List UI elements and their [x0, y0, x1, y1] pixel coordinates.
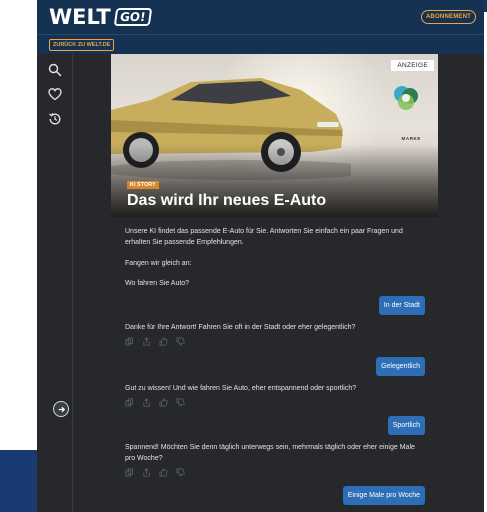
- background-wedge: [0, 450, 40, 512]
- thumbs-down-icon[interactable]: [176, 398, 185, 407]
- share-icon[interactable]: [142, 337, 151, 346]
- back-to-welt-button[interactable]: ZURÜCK ZU WELT.DE: [49, 39, 115, 51]
- share-icon[interactable]: [142, 398, 151, 407]
- app-window: WELT GO! ABONNEMENT ZURÜCK ZU WELT.DE AN…: [37, 0, 484, 512]
- share-icon[interactable]: [142, 468, 151, 477]
- chat-question-2: Danke für Ihre Antwort! Fahren Sie oft i…: [125, 324, 356, 331]
- arrow-right-icon: [58, 406, 65, 412]
- thumbs-down-icon[interactable]: [176, 337, 185, 346]
- copy-icon[interactable]: [125, 398, 134, 407]
- ad-label: ANZEIGE: [391, 60, 434, 71]
- message-actions: [125, 398, 185, 407]
- thumbs-up-icon[interactable]: [159, 398, 168, 407]
- copy-icon[interactable]: [125, 337, 134, 346]
- copy-icon[interactable]: [125, 468, 134, 477]
- chat-question-1: Wo fahren Sie Auto?: [125, 280, 190, 287]
- subscribe-button[interactable]: ABONNEMENT: [421, 10, 476, 24]
- brand-logo-icon: [394, 86, 418, 110]
- history-icon[interactable]: [47, 111, 63, 127]
- expand-sidebar-button[interactable]: [53, 401, 69, 417]
- message-actions: [125, 337, 185, 346]
- sub-navigation-bar: ZURÜCK ZU WELT.DE: [37, 34, 484, 54]
- hero-title: Das wird Ihr neues E-Auto: [127, 192, 327, 209]
- chat-question-4: Spannend! Möchten Sie denn täglich unter…: [125, 444, 415, 462]
- answer-3-button[interactable]: Sportlich: [387, 416, 425, 435]
- logo-word: WELT: [49, 5, 111, 29]
- message-actions: [125, 468, 185, 477]
- ki-story-badge: KI STORY: [127, 181, 159, 189]
- heart-icon[interactable]: [47, 86, 63, 102]
- hero-banner[interactable]: ANZEIGE MARKE KI STORY Das wird Ihr neue…: [111, 54, 438, 217]
- thumbs-down-icon[interactable]: [176, 468, 185, 477]
- chat-start: Fangen wir gleich an:: [125, 260, 192, 267]
- chat-intro: Unsere KI findet das passende E-Auto für…: [125, 228, 403, 246]
- sidebar: [37, 54, 73, 512]
- welt-go-logo[interactable]: WELT GO!: [49, 5, 152, 29]
- logo-badge: GO!: [113, 8, 152, 26]
- chat-question-3: Gut zu wissen! Und wie fahren Sie Auto, …: [125, 385, 357, 392]
- search-icon[interactable]: [47, 62, 63, 78]
- answer-1-button[interactable]: In der Stadt: [378, 296, 425, 315]
- answer-4-button[interactable]: Einige Male pro Woche: [342, 486, 425, 505]
- thumbs-up-icon[interactable]: [159, 468, 168, 477]
- thumbs-up-icon[interactable]: [159, 337, 168, 346]
- answer-2-button[interactable]: Gelegentlich: [376, 357, 425, 376]
- top-header: WELT GO! ABONNEMENT: [37, 0, 484, 34]
- brand-text: MARKE: [401, 136, 421, 141]
